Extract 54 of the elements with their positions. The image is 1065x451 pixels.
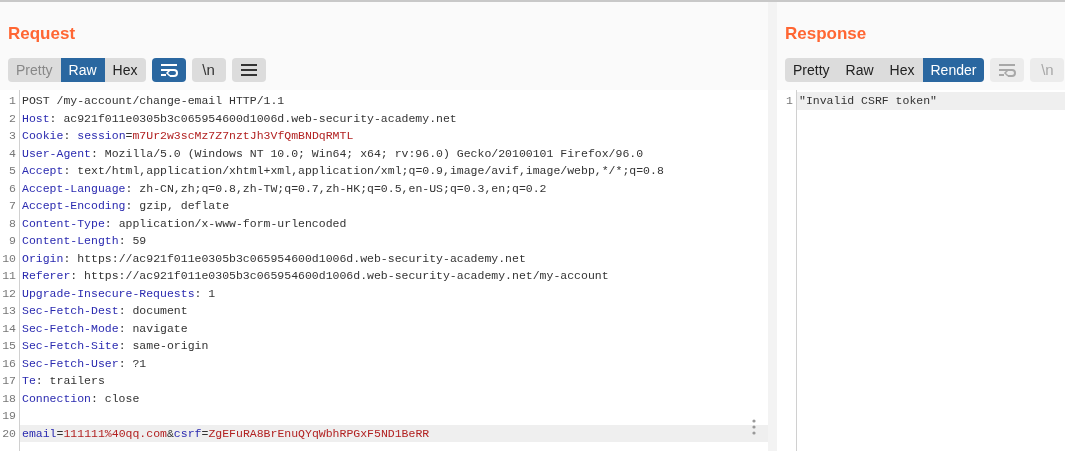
- code-line: User-Agent: Mozilla/5.0 (Windows NT 10.0; Win64; x64; rv:96.0) Gecko/20100101 Firefox/96.0: [21, 145, 645, 162]
- line-number: 1: [786, 93, 793, 109]
- line-number: 1: [9, 93, 16, 109]
- line-number: 4: [9, 145, 16, 162]
- line-number: 20: [2, 425, 16, 442]
- code-line: Referer: https://ac921f011e0305b3c065954600d1006d.web-security-academy.net/my-account: [21, 268, 610, 284]
- view-tab[interactable]: Raw: [837, 58, 882, 82]
- code-line: Upgrade-Insecure-Requests: 1: [21, 285, 217, 302]
- panel-title: Request: [8, 23, 77, 45]
- more-icon: [752, 419, 756, 435]
- code-line: Host: ac921f011e0305b3c065954600d1006d.web-security-academy.net: [21, 110, 458, 127]
- code-line: Accept-Encoding: gzip, deflate: [21, 198, 231, 214]
- line-number: 7: [9, 198, 16, 214]
- wrap-icon: [159, 63, 178, 77]
- newline-button[interactable]: \n: [191, 58, 226, 82]
- code-line: POST /my-account/change-email HTTP/1.1: [21, 93, 286, 109]
- code-line: Te: trailers: [21, 373, 106, 389]
- code-line: Origin: https://ac921f011e0305b3c065954600d1006d.web-security-academy.net: [21, 250, 527, 267]
- line-number: 11: [2, 268, 16, 284]
- view-tab[interactable]: Render: [922, 58, 985, 82]
- code-line: Accept: text/html,application/xhtml+xml,application/xml;q=0.9,image/avif,image/webp,*/*;q=0.8: [21, 163, 665, 179]
- menu-button[interactable]: [231, 58, 266, 82]
- line-number: 14: [2, 320, 16, 337]
- wrap-icon: [998, 63, 1017, 77]
- line-number: 3: [9, 128, 16, 144]
- line-number: 16: [2, 355, 16, 372]
- code-line: Content-Length: 59: [21, 233, 148, 249]
- line-number: 6: [9, 180, 16, 197]
- view-tab[interactable]: Hex: [104, 58, 146, 82]
- code-line: Sec-Fetch-Mode: navigate: [21, 320, 189, 337]
- panel-title: Response: [785, 23, 868, 45]
- line-number: 17: [2, 373, 16, 389]
- line-number: 5: [9, 163, 16, 179]
- code-line: Sec-Fetch-User: ?1: [21, 355, 148, 372]
- wrap-button[interactable]: [151, 58, 186, 82]
- line-number: 2: [9, 110, 16, 127]
- view-tab[interactable]: Raw: [60, 58, 105, 82]
- line-number: 18: [2, 390, 16, 407]
- line-number: 15: [2, 338, 16, 354]
- menu-icon: [240, 64, 257, 76]
- code-line: Sec-Fetch-Dest: document: [21, 303, 189, 319]
- view-tab[interactable]: Hex: [881, 58, 923, 82]
- code-line: Accept-Language: zh-CN,zh;q=0.8,zh-TW;q=0.7,zh-HK;q=0.5,en-US;q=0.3,en;q=0.2: [21, 180, 548, 197]
- code-line: Sec-Fetch-Site: same-origin: [21, 338, 210, 354]
- code-line: Connection: close: [21, 390, 141, 407]
- line-number: 19: [2, 408, 16, 424]
- line-number: 13: [2, 303, 16, 319]
- line-number: 12: [2, 285, 16, 302]
- code-line: Cookie: session=m7Ur2w3scMz7Z7nztJh3VfQmBNDqRMTL: [21, 128, 355, 144]
- line-number: 8: [9, 215, 16, 232]
- line-number: 9: [9, 233, 16, 249]
- code-line: Content-Type: application/x-www-form-urlencoded: [21, 215, 348, 232]
- view-tab[interactable]: Pretty: [785, 58, 838, 82]
- line-number: 10: [2, 250, 16, 267]
